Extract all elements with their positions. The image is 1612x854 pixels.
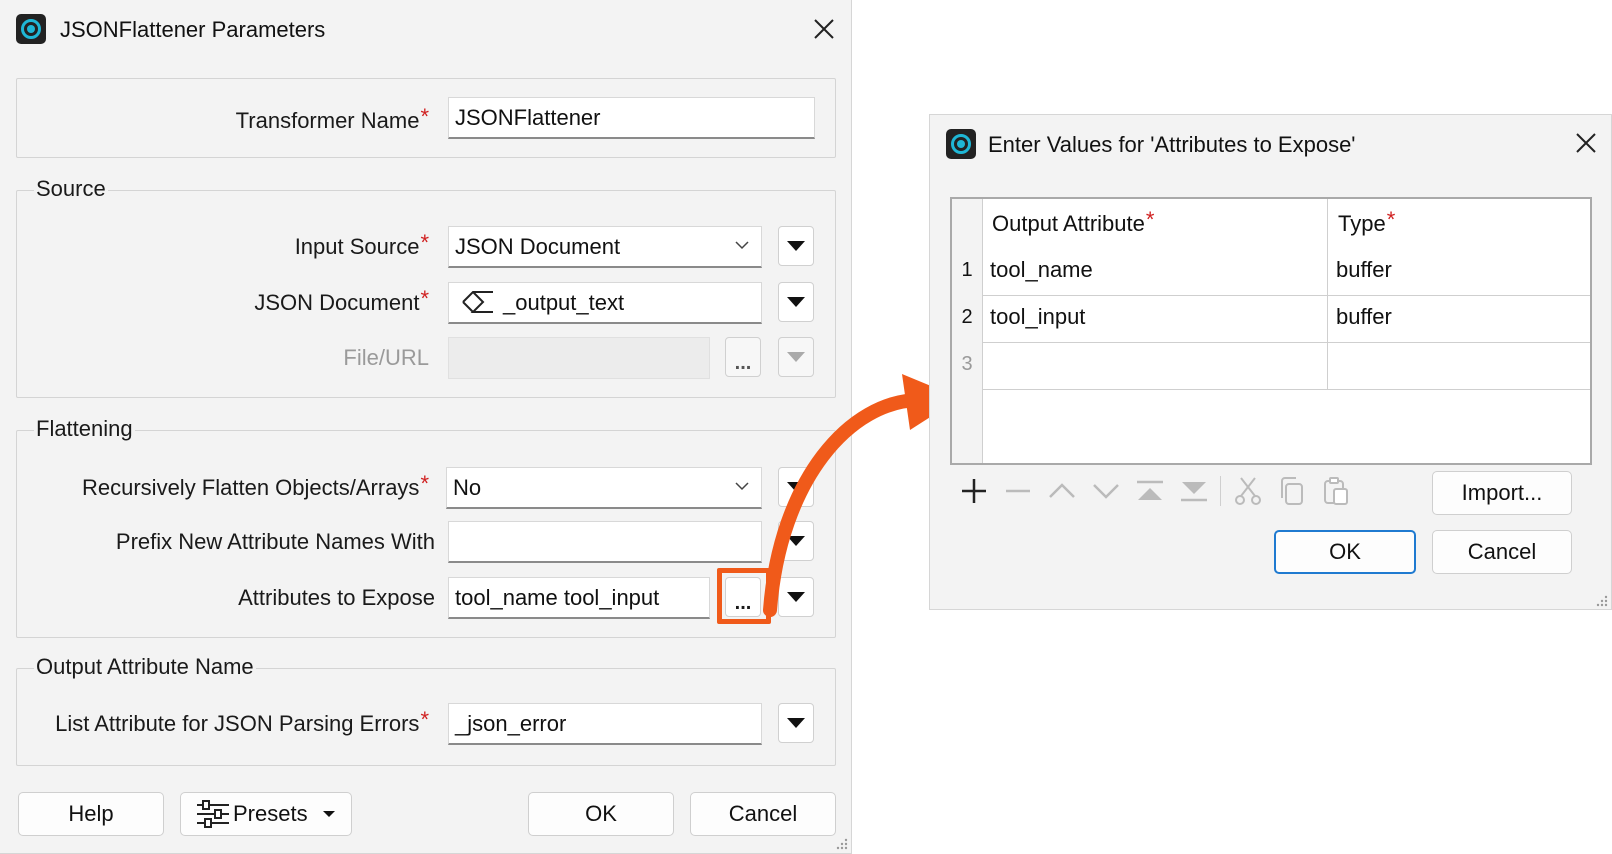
sliders-icon bbox=[197, 800, 229, 828]
list-attribute-menu-button[interactable] bbox=[778, 703, 814, 743]
values-table: Output Attribute* Type* 1 tool_name buff… bbox=[950, 197, 1592, 465]
resize-grip-icon[interactable] bbox=[834, 836, 848, 850]
toolbar-separator bbox=[1220, 476, 1221, 506]
file-url-browse-button[interactable]: ... bbox=[725, 337, 761, 377]
presets-label: Presets bbox=[233, 801, 308, 826]
list-attribute-label: List Attribute for JSON Parsing Errors* bbox=[55, 707, 429, 736]
jsonflattener-parameters-dialog: JSONFlattener Parameters Transformer Nam… bbox=[0, 0, 852, 854]
copy-icon[interactable] bbox=[1272, 471, 1312, 511]
dropdown-triangle-icon bbox=[787, 297, 805, 307]
table-cell-type[interactable]: buffer bbox=[1336, 257, 1392, 283]
row-number: 1 bbox=[961, 259, 973, 281]
ok-button[interactable]: OK bbox=[528, 792, 674, 836]
enter-values-dialog: Enter Values for 'Attributes to Expose' … bbox=[929, 114, 1612, 610]
attributes-to-expose-label: Attributes to Expose bbox=[238, 585, 435, 610]
app-icon bbox=[946, 129, 976, 159]
ok-button[interactable]: OK bbox=[1274, 530, 1416, 574]
json-document-menu-button[interactable] bbox=[778, 282, 814, 322]
title-bar: JSONFlattener Parameters bbox=[0, 0, 851, 60]
attribute-value-icon bbox=[462, 291, 493, 313]
move-up-icon[interactable] bbox=[1042, 471, 1082, 511]
values-dialog-title: Enter Values for 'Attributes to Expose' bbox=[988, 132, 1356, 157]
dropdown-triangle-icon bbox=[787, 718, 805, 728]
paste-icon[interactable] bbox=[1316, 471, 1356, 511]
row-number: 3 bbox=[961, 353, 973, 375]
dropdown-triangle-icon bbox=[322, 811, 335, 817]
close-icon[interactable] bbox=[808, 13, 840, 45]
resize-grip-icon[interactable] bbox=[1594, 593, 1608, 607]
cancel-button[interactable]: Cancel bbox=[1432, 530, 1572, 574]
json-document-value: _output_text bbox=[503, 290, 625, 315]
table-cell-type[interactable]: buffer bbox=[1336, 304, 1392, 330]
output-attribute-name-heading: Output Attribute Name bbox=[34, 654, 256, 680]
close-icon[interactable] bbox=[1570, 127, 1602, 159]
move-bottom-icon[interactable] bbox=[1174, 471, 1214, 511]
file-url-input[interactable] bbox=[448, 337, 710, 379]
row-number: 2 bbox=[961, 306, 973, 328]
chevron-down-icon bbox=[735, 241, 749, 250]
move-top-icon[interactable] bbox=[1130, 471, 1170, 511]
plus-icon[interactable] bbox=[954, 471, 994, 511]
source-heading: Source bbox=[34, 176, 108, 202]
cancel-button[interactable]: Cancel bbox=[690, 792, 836, 836]
transformer-name-label: Transformer Name* bbox=[235, 104, 429, 133]
table-cell-attribute[interactable]: tool_name bbox=[990, 257, 1093, 283]
recursively-flatten-value: No bbox=[453, 475, 482, 500]
file-url-label: File/URL bbox=[343, 345, 429, 370]
cut-icon[interactable] bbox=[1228, 471, 1268, 511]
list-attribute-input[interactable]: _json_error bbox=[448, 703, 762, 745]
input-source-label: Input Source* bbox=[294, 230, 429, 259]
import-button[interactable]: Import... bbox=[1432, 471, 1572, 515]
input-source-menu-button[interactable] bbox=[778, 226, 814, 266]
minus-icon[interactable] bbox=[998, 471, 1038, 511]
prefix-input[interactable] bbox=[448, 521, 762, 563]
table-cell-attribute[interactable]: tool_input bbox=[990, 304, 1085, 330]
column-header-type[interactable]: Type* bbox=[1338, 207, 1395, 237]
json-document-label: JSON Document* bbox=[254, 286, 429, 315]
dialog-title: JSONFlattener Parameters bbox=[60, 17, 326, 42]
flattening-heading: Flattening bbox=[34, 416, 135, 442]
input-source-value: JSON Document bbox=[455, 234, 621, 259]
dropdown-triangle-icon bbox=[787, 241, 805, 251]
recursively-flatten-label: Recursively Flatten Objects/Arrays* bbox=[82, 471, 429, 500]
transformer-name-input[interactable]: JSONFlattener bbox=[448, 97, 815, 139]
json-document-input[interactable]: _output_text bbox=[448, 282, 762, 324]
move-down-icon[interactable] bbox=[1086, 471, 1126, 511]
presets-button[interactable]: Presets bbox=[180, 792, 352, 836]
input-source-select[interactable]: JSON Document bbox=[448, 226, 762, 268]
row-number-gutter bbox=[952, 199, 982, 463]
help-button[interactable]: Help bbox=[18, 792, 164, 836]
app-icon bbox=[16, 14, 46, 44]
prefix-label: Prefix New Attribute Names With bbox=[115, 529, 435, 554]
attributes-to-expose-input[interactable]: tool_name tool_input bbox=[448, 577, 710, 619]
recursively-flatten-select[interactable]: No bbox=[446, 467, 762, 509]
chevron-down-icon bbox=[735, 482, 749, 491]
column-header-output-attribute[interactable]: Output Attribute* bbox=[992, 207, 1154, 237]
